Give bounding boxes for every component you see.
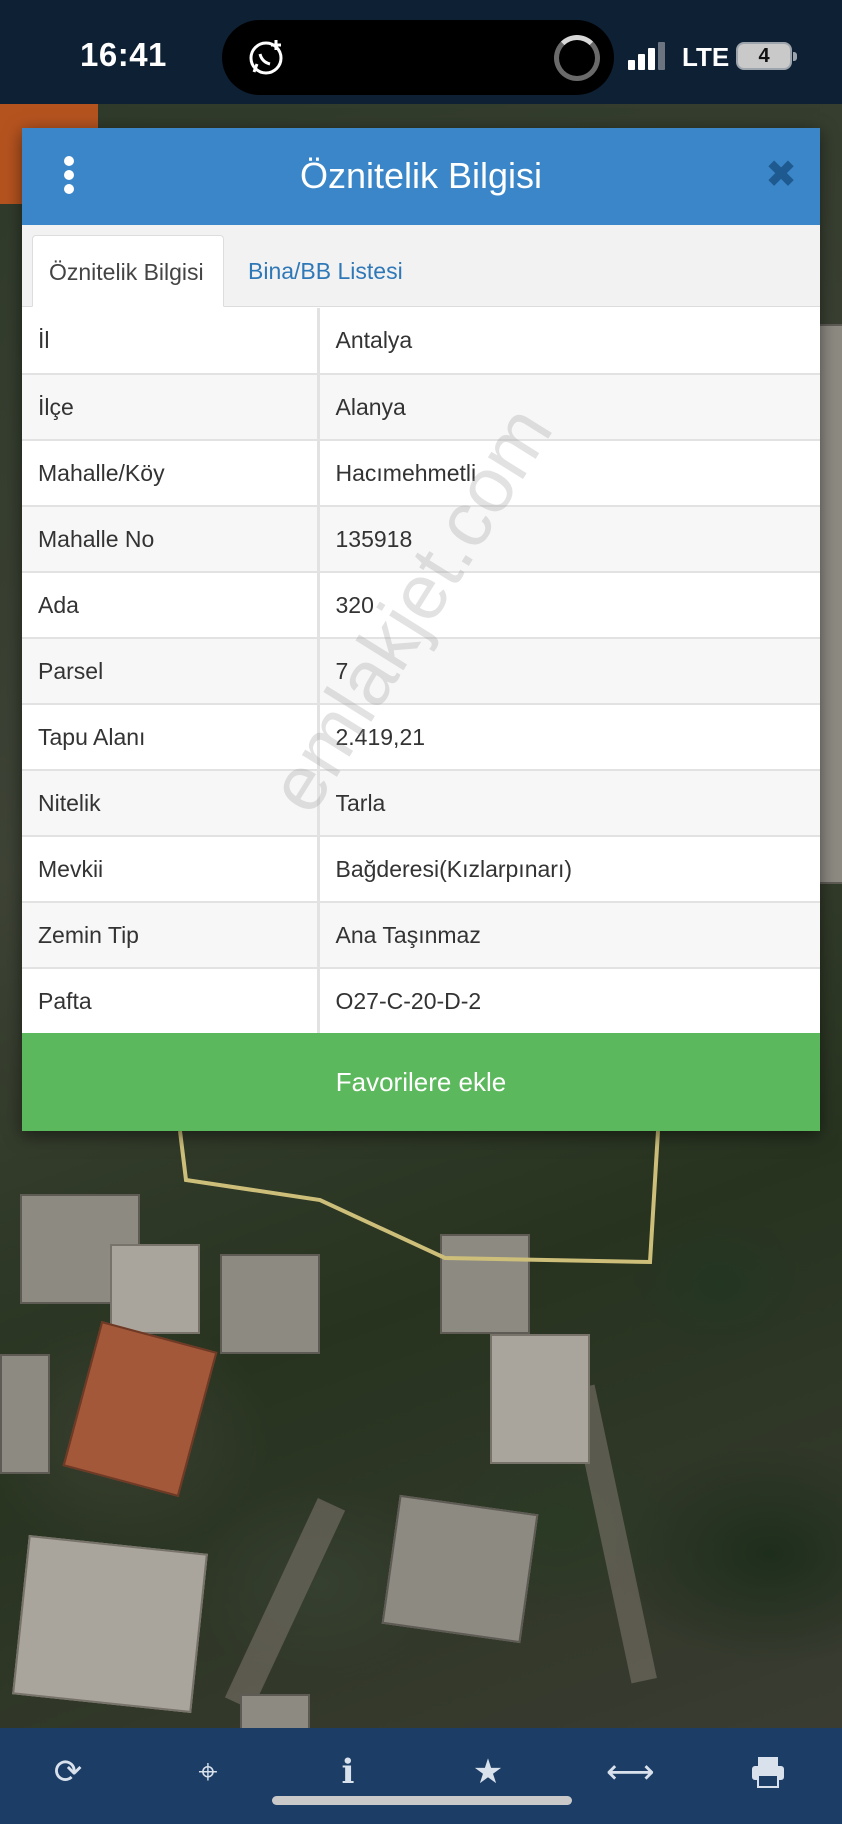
refresh-icon[interactable]: ⟳ (46, 1750, 90, 1794)
battery-icon: 4 (736, 42, 797, 70)
dialog-header: Öznitelik Bilgisi ✖ (22, 128, 820, 225)
status-bar: 16:41 LTE 4 (0, 0, 842, 104)
table-row: İl Antalya (22, 308, 820, 375)
table-row: Ada 320 (22, 572, 820, 639)
add-to-favorites-button[interactable]: Favorilere ekle (22, 1033, 820, 1131)
table-row: Mahalle No 135918 (22, 506, 820, 573)
row-key: Mahalle No (22, 506, 320, 573)
info-icon[interactable]: i (326, 1750, 370, 1794)
table-row: Zemin Tip Ana Taşınmaz (22, 902, 820, 969)
row-key: Mahalle/Köy (22, 440, 320, 507)
dialog-title: Öznitelik Bilgisi (299, 155, 543, 196)
table-row: Nitelik Tarla (22, 770, 820, 837)
network-type: LTE (682, 42, 730, 72)
home-indicator[interactable] (272, 1796, 572, 1805)
row-key: Mevkii (22, 836, 320, 903)
row-value: Bağderesi(Kızlarpınarı) (318, 836, 820, 903)
row-value: Tarla (318, 770, 820, 837)
row-value: 7 (318, 638, 820, 705)
row-key: İl (22, 308, 320, 375)
close-icon[interactable]: ✖ (764, 156, 798, 194)
print-icon[interactable] (746, 1750, 790, 1794)
star-icon[interactable]: ★ (466, 1750, 510, 1794)
tab-building-list[interactable]: Bina/BB Listesi (232, 235, 419, 307)
table-row: Tapu Alanı 2.419,21 (22, 704, 820, 771)
row-key: İlçe (22, 374, 320, 441)
attribute-dialog: Öznitelik Bilgisi ✖ Öznitelik Bilgisi Bi… (22, 128, 820, 1131)
table-row: Mevkii Bağderesi(Kızlarpınarı) (22, 836, 820, 903)
battery-level: 4 (758, 45, 770, 67)
row-key: Ada (22, 572, 320, 639)
activity-spinner-icon (554, 35, 600, 81)
row-value: O27-C-20-D-2 (318, 968, 820, 1035)
tab-attribute-info[interactable]: Öznitelik Bilgisi (32, 235, 224, 307)
locate-icon[interactable]: ⌖ (186, 1750, 230, 1794)
row-key: Tapu Alanı (22, 704, 320, 771)
table-row: Pafta O27-C-20-D-2 (22, 968, 820, 1035)
bottom-toolbar: ⟳ ⌖ i ★ ⟷ (0, 1728, 842, 1824)
row-key: Pafta (22, 968, 320, 1035)
clock: 16:41 (80, 36, 167, 73)
tab-bar: Öznitelik Bilgisi Bina/BB Listesi (22, 225, 820, 307)
row-key: Nitelik (22, 770, 320, 837)
table-row: İlçe Alanya (22, 374, 820, 441)
row-value: Ana Taşınmaz (318, 902, 820, 969)
table-row: Parsel 7 (22, 638, 820, 705)
signal-icon (628, 42, 665, 70)
row-value: 135918 (318, 506, 820, 573)
table-row: Mahalle/Köy Hacımehmetli (22, 440, 820, 507)
measure-icon[interactable]: ⟷ (606, 1750, 655, 1794)
row-value: Alanya (318, 374, 820, 441)
attribute-table: İl Antalya İlçe Alanya Mahalle/Köy Hacımehm… (22, 308, 820, 1035)
row-value: Hacımehmetli (318, 440, 820, 507)
screen: 16:41 LTE 4 Öznitelik Bilgisi ✖ Özniteli… (0, 0, 842, 1824)
row-key: Parsel (22, 638, 320, 705)
dynamic-island (222, 20, 614, 95)
whatsapp-icon (249, 40, 283, 75)
row-value: 2.419,21 (318, 704, 820, 771)
row-key: Zemin Tip (22, 902, 320, 969)
row-value: 320 (318, 572, 820, 639)
row-value: Antalya (318, 308, 820, 375)
